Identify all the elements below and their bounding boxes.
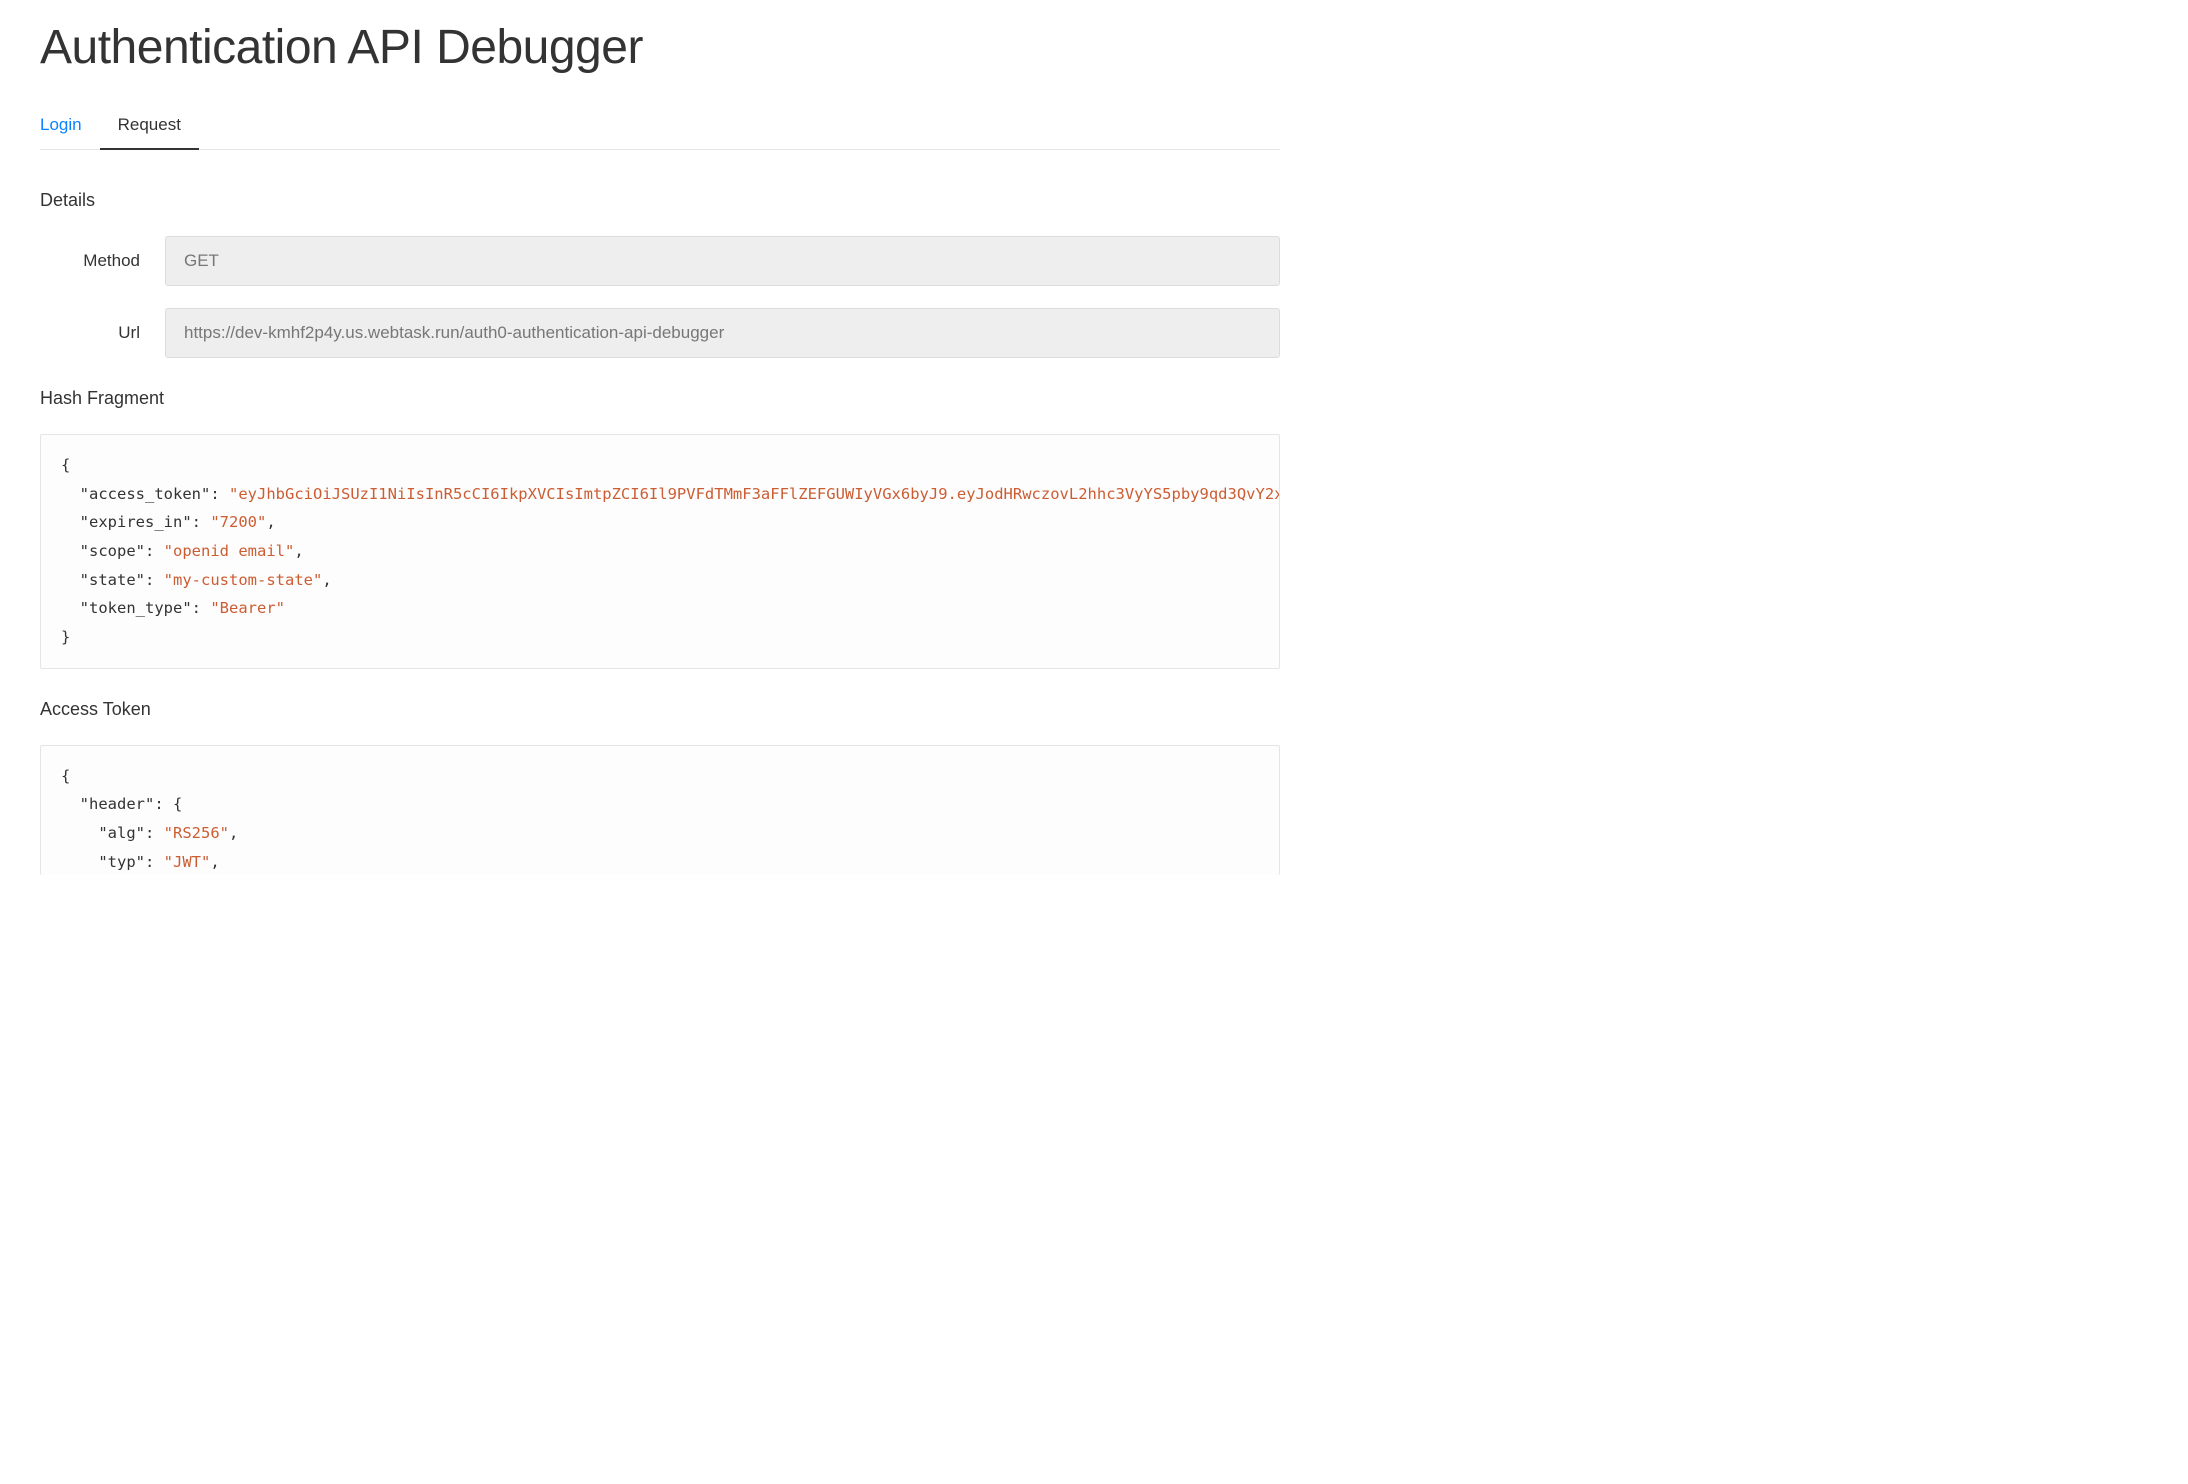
url-row: Url https://dev-kmhf2p4y.us.webtask.run/… bbox=[40, 308, 1280, 358]
url-field: https://dev-kmhf2p4y.us.webtask.run/auth… bbox=[165, 308, 1280, 358]
hash-fragment-code: { "access_token": "eyJhbGciOiJSUzI1NiIsI… bbox=[40, 434, 1280, 669]
details-heading: Details bbox=[40, 190, 1280, 211]
access-token-code: { "header": { "alg": "RS256", "typ": "JW… bbox=[40, 745, 1280, 875]
page-title: Authentication API Debugger bbox=[40, 20, 1280, 75]
method-row: Method GET bbox=[40, 236, 1280, 286]
method-field: GET bbox=[165, 236, 1280, 286]
tab-login[interactable]: Login bbox=[40, 105, 100, 149]
access-token-heading: Access Token bbox=[40, 699, 1280, 720]
hash-fragment-heading: Hash Fragment bbox=[40, 388, 1280, 409]
method-label: Method bbox=[40, 251, 165, 271]
tabs: Login Request bbox=[40, 105, 1280, 150]
tab-request[interactable]: Request bbox=[100, 105, 199, 149]
url-label: Url bbox=[40, 323, 165, 343]
